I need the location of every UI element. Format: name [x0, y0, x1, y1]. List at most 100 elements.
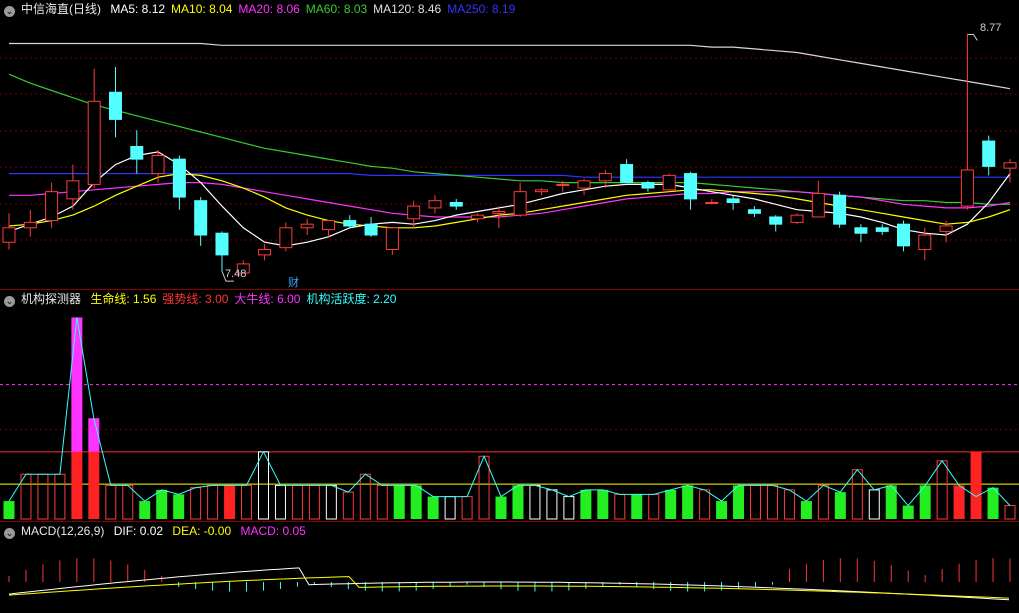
candle-body [151, 155, 165, 175]
indicator-bar-green [512, 485, 524, 519]
indicator-bar-green [427, 496, 439, 519]
candle-body [23, 221, 37, 229]
candle-body [492, 211, 506, 214]
indicator-bar-strong [953, 485, 965, 519]
indicator-bar-hollow [750, 484, 762, 520]
indicator-bar-hollow [376, 484, 388, 520]
candle-body [598, 173, 612, 182]
indicator-bar-hollow [563, 496, 575, 520]
indicator-bar-green [495, 496, 507, 519]
ma-legend-item: MA5: 8.12 [110, 2, 166, 16]
ma-legend-item: MA20: 8.06 [238, 2, 300, 16]
macd-label: MACD: 0.05 [240, 524, 306, 538]
indicator-legend-item: 大牛线: 6.00 [234, 292, 301, 306]
candle-body [258, 248, 272, 256]
candle-body [449, 201, 463, 207]
indicator-bar-hollow [122, 484, 134, 520]
indicator-bar-green [156, 489, 168, 519]
candle-body [2, 227, 16, 243]
candle-body [172, 158, 186, 198]
ma-legend-item: MA120: 8.46 [373, 2, 442, 16]
price-chart [0, 33, 1019, 282]
candle-body [897, 223, 911, 247]
candle-body [428, 200, 442, 209]
candle-body [684, 173, 698, 200]
candle-body [577, 180, 591, 189]
indicator-bar-strong [71, 451, 83, 519]
indicator-legend-item: 生命线: 1.56 [90, 292, 157, 306]
indicator-chart [0, 317, 1019, 520]
candle-body [385, 227, 399, 250]
indicator-bar-green [597, 489, 609, 519]
indicator-bar-strong [970, 451, 982, 519]
ma20-line [9, 182, 1011, 218]
indicator-bar-green [665, 489, 677, 519]
indicator-bar-strong [88, 451, 100, 519]
candle-body [471, 214, 485, 220]
candle-body [1003, 162, 1017, 169]
candle-body [279, 227, 293, 249]
ma-legend-item: MA250: 8.19 [447, 2, 516, 16]
low-price-label: 7.48 [225, 268, 247, 280]
candle-body [790, 214, 804, 223]
candle-body [960, 169, 974, 207]
indicator-bar-hollow [359, 473, 371, 520]
chevron-down-icon[interactable]: ⌄ [4, 528, 15, 539]
macd-pane[interactable]: ⌄ MACD(12,26,9) DIF: 0.02 DEA: -0.00 MACD… [0, 522, 1019, 613]
candle-body [854, 227, 868, 234]
indicator-bar-hollow [342, 491, 354, 520]
stock-title: 中信海直(日线) [21, 2, 101, 16]
price-pane[interactable]: ⌄ 中信海直(日线) MA5: 8.12 MA10: 8.04 MA20: 8.06 M… [0, 0, 1019, 289]
indicator-bar-hollow [37, 473, 49, 520]
indicator-bar-hollow [817, 484, 829, 520]
indicator-bar-hollow [783, 489, 795, 520]
indicator-bar-green [3, 501, 15, 519]
indicator-bar-green [410, 485, 422, 519]
activity-line [8, 317, 1011, 507]
ma-legend-item: MA60: 8.03 [305, 2, 368, 16]
indicator-bar-hollow [241, 484, 253, 520]
candle-body [918, 234, 932, 250]
candle-body [343, 220, 357, 227]
indicator-pane[interactable]: ⌄ 机构探测器 生命线: 1.56 强势线: 3.00 大牛线: 6.00 机构活跃度:… [0, 290, 1019, 521]
ma120-line [9, 42, 1011, 90]
indicator-bar-green [733, 485, 745, 519]
candle-body [705, 201, 719, 204]
candle-body [215, 232, 229, 256]
indicator-bar-hollow [868, 489, 880, 520]
indicator-bar-green [800, 501, 812, 519]
indicator-title: 机构探测器 [21, 292, 82, 306]
candle-body [108, 91, 122, 120]
dif-label: DIF: 0.02 [113, 524, 164, 538]
candle-body [194, 200, 208, 236]
candle-body [875, 227, 889, 232]
dea-label: DEA: -0.00 [172, 524, 232, 538]
candle-body [641, 182, 655, 189]
indicator-legend: ⌄ 机构探测器 生命线: 1.56 强势线: 3.00 大牛线: 6.00 机构活跃度:… [4, 291, 408, 307]
candle-body [66, 180, 80, 200]
candle-body [45, 191, 59, 222]
indicator-bar-hollow [325, 484, 337, 520]
macd-title: MACD(12,26,9) [21, 524, 105, 538]
indicator-bar-hollow [1004, 505, 1016, 520]
high-marker [967, 33, 978, 41]
indicator-bar-hollow [274, 484, 286, 520]
candle-body [321, 220, 335, 231]
chevron-down-icon[interactable]: ⌄ [4, 6, 15, 17]
indicator-bar-hollow [614, 493, 626, 520]
candle-body [513, 191, 527, 216]
indicator-bar-hollow [54, 473, 66, 520]
candle-body [939, 225, 953, 232]
financial-report-icon[interactable]: 财 [288, 274, 299, 290]
indicator-bar-hollow [851, 469, 863, 520]
candle-body [534, 189, 548, 193]
indicator-bar-hollow [308, 484, 320, 520]
candle-body [769, 216, 783, 225]
candle-body [982, 140, 996, 167]
indicator-bar-hollow [190, 487, 202, 520]
indicator-bar-green [580, 489, 592, 519]
candle-body [407, 205, 421, 220]
ma-legend-item: MA10: 8.04 [171, 2, 233, 16]
chevron-down-icon[interactable]: ⌄ [4, 296, 15, 307]
candle-body [300, 223, 314, 229]
